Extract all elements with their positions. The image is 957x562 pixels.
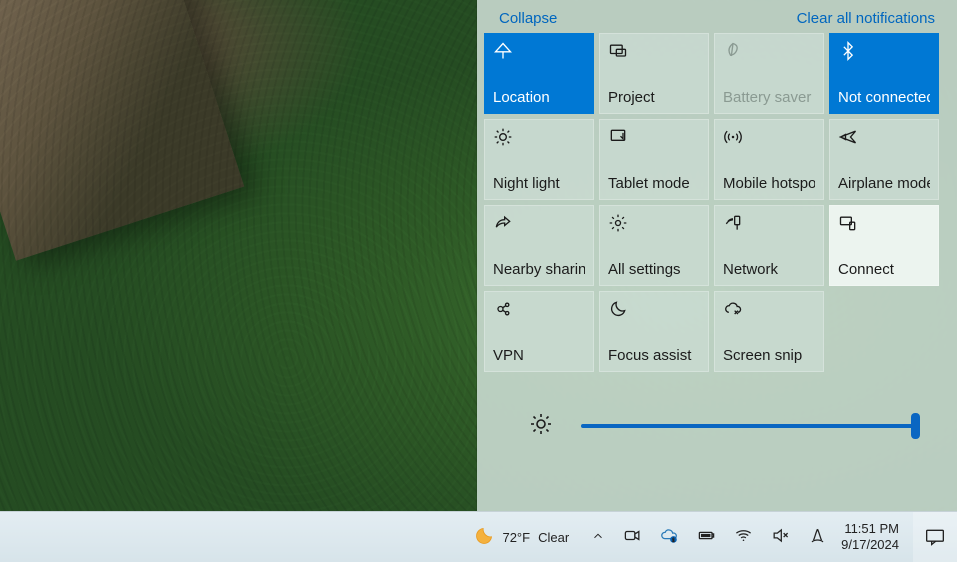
- quick-action-screen-snip[interactable]: Screen snip: [714, 291, 824, 372]
- input-method-icon[interactable]: [808, 526, 827, 548]
- airplane-icon: [838, 126, 930, 148]
- bluetooth-icon: [838, 40, 930, 62]
- tile-label: Network: [723, 261, 815, 279]
- wifi-icon[interactable]: [734, 526, 753, 548]
- brightness-row: [477, 372, 957, 440]
- share-icon: [493, 212, 585, 234]
- tile-label: Connect: [838, 261, 930, 279]
- moon-icon: [608, 298, 700, 320]
- quick-action-not-connected[interactable]: Not connected: [829, 33, 939, 114]
- tile-label: Project: [608, 89, 700, 107]
- project-icon: [608, 40, 700, 62]
- hotspot-icon: [723, 126, 815, 148]
- quick-action-project[interactable]: Project: [599, 33, 709, 114]
- tile-label: Nearby sharing: [493, 261, 585, 279]
- action-center-panel: Collapse Clear all notifications Locatio…: [477, 0, 957, 512]
- tile-label: Airplane mode: [838, 175, 930, 193]
- tile-label: Mobile hotspot: [723, 175, 815, 193]
- tile-label: Tablet mode: [608, 175, 700, 193]
- quick-action-grid: Location Project Battery saver Not connecte…: [477, 33, 957, 372]
- gear-icon: [608, 212, 700, 234]
- clock-time: 11:51 PM: [841, 521, 899, 537]
- snip-icon: [723, 298, 815, 320]
- tile-label: Location: [493, 89, 585, 107]
- collapse-link[interactable]: Collapse: [499, 10, 557, 27]
- network-icon: [723, 212, 815, 234]
- quick-action-nearby-sharing[interactable]: Nearby sharing: [484, 205, 594, 286]
- tile-label: Not connected: [838, 89, 930, 107]
- sun-icon: [493, 126, 585, 148]
- quick-action-mobile-hotspot[interactable]: Mobile hotspot: [714, 119, 824, 200]
- weather-temp: 72°F: [502, 530, 530, 545]
- tile-label: Focus assist: [608, 347, 700, 365]
- tile-label: Battery saver: [723, 89, 815, 107]
- clock-date: 9/17/2024: [841, 537, 899, 553]
- action-center-button[interactable]: [913, 512, 957, 562]
- tile-label: Night light: [493, 175, 585, 193]
- quick-action-all-settings[interactable]: All settings: [599, 205, 709, 286]
- tile-label: Screen snip: [723, 347, 815, 365]
- quick-action-vpn[interactable]: VPN: [484, 291, 594, 372]
- meet-now-icon[interactable]: [623, 526, 642, 548]
- quick-action-airplane-mode[interactable]: Airplane mode: [829, 119, 939, 200]
- tile-label: VPN: [493, 347, 585, 365]
- location-icon: [493, 40, 585, 62]
- quick-action-tablet-mode[interactable]: Tablet mode: [599, 119, 709, 200]
- quick-action-network[interactable]: Network: [714, 205, 824, 286]
- tablet-icon: [608, 126, 700, 148]
- clear-notifications-link[interactable]: Clear all notifications: [797, 10, 935, 27]
- brightness-slider[interactable]: [581, 416, 917, 436]
- volume-muted-icon[interactable]: [771, 526, 790, 548]
- leaf-icon: [723, 40, 815, 62]
- brightness-icon: [529, 412, 553, 440]
- weather-moon-icon: [474, 526, 494, 549]
- tray-overflow-chevron-icon[interactable]: [591, 529, 605, 546]
- slider-thumb[interactable]: [911, 413, 920, 439]
- quick-action-connect[interactable]: Connect: [829, 205, 939, 286]
- system-tray: i: [591, 526, 827, 548]
- quick-action-battery-saver: Battery saver: [714, 33, 824, 114]
- vpn-icon: [493, 298, 585, 320]
- quick-action-night-light[interactable]: Night light: [484, 119, 594, 200]
- connect-icon: [838, 212, 930, 234]
- weather-widget[interactable]: 72°F Clear: [474, 526, 569, 549]
- weather-condition: Clear: [538, 530, 569, 545]
- tile-label: All settings: [608, 261, 700, 279]
- slider-track: [581, 424, 917, 428]
- action-center-header: Collapse Clear all notifications: [477, 0, 957, 33]
- quick-action-location[interactable]: Location: [484, 33, 594, 114]
- onedrive-icon[interactable]: i: [660, 526, 679, 548]
- taskbar: 72°F Clear i 11:51 PM 9/17/2024: [0, 511, 957, 562]
- quick-action-focus-assist[interactable]: Focus assist: [599, 291, 709, 372]
- battery-icon[interactable]: [697, 526, 716, 548]
- taskbar-clock[interactable]: 11:51 PM 9/17/2024: [841, 521, 899, 553]
